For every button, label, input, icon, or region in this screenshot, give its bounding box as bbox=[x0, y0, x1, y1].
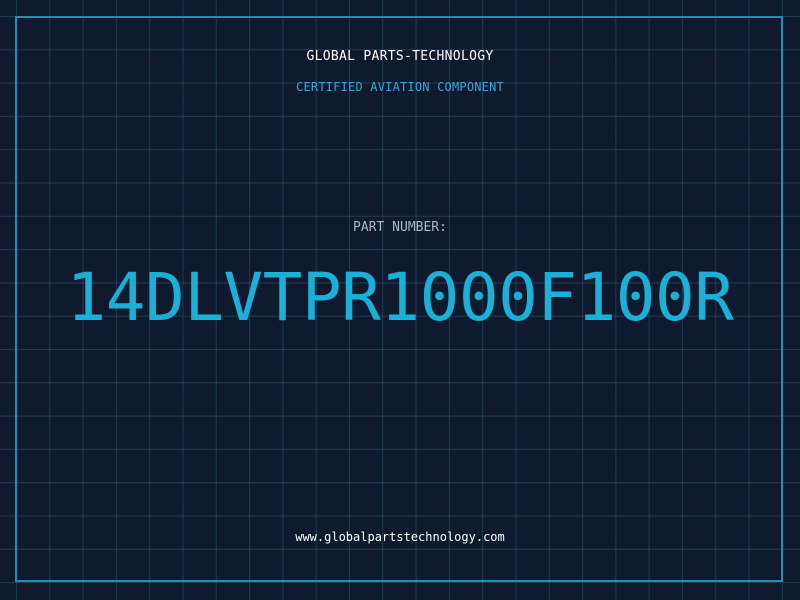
company-name: GLOBAL PARTS-TECHNOLOGY bbox=[306, 49, 494, 64]
part-number-value: 14DLVTPR1000F100R bbox=[66, 259, 734, 336]
website-url: www.globalpartstechnology.com bbox=[295, 530, 505, 544]
part-number-label: PART NUMBER: bbox=[353, 220, 447, 235]
tagline: CERTIFIED AVIATION COMPONENT bbox=[296, 80, 504, 94]
